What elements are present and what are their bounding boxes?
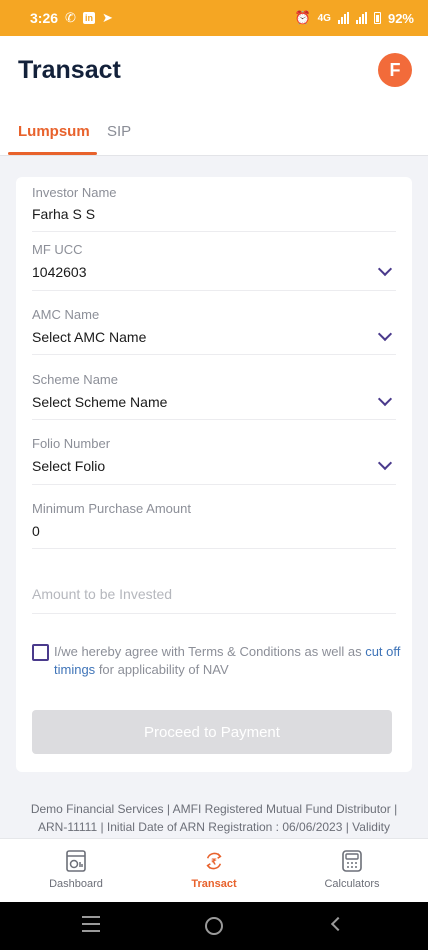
battery-level: 92% (387, 10, 414, 26)
terms-checkbox[interactable] (32, 644, 49, 661)
terms-text-part2: for applicability of NAV (98, 662, 229, 677)
nav-transact-label: Transact (191, 878, 237, 890)
chevron-down-icon[interactable] (377, 455, 393, 471)
status-bar: 3:26 ✆ in ➤ ⏰ 4G 92% (0, 0, 428, 36)
nav-calculators[interactable]: Calculators (281, 839, 423, 903)
amc-name-value: Select AMC Name (32, 329, 147, 345)
chevron-down-icon[interactable] (377, 391, 393, 407)
folio-number-value: Select Folio (32, 458, 106, 474)
rupee-transfer-icon: ₹ (206, 852, 222, 870)
status-time: 3:26 (30, 10, 59, 26)
battery-icon (373, 12, 381, 24)
scheme-name-select[interactable]: Scheme Name Select Scheme Name (32, 372, 396, 420)
terms-text-part1: I/we hereby agree with Terms & Condition… (54, 644, 362, 659)
mf-ucc-value: 1042603 (32, 264, 87, 280)
minimum-purchase-label: Minimum Purchase Amount (32, 501, 191, 516)
proceed-to-payment-button[interactable]: Proceed to Payment (32, 710, 392, 754)
alarm-icon: ⏰ (294, 10, 311, 25)
investor-name-field: Investor Name Farha S S (32, 185, 396, 232)
bottom-nav: Dashboard ₹ Transact Calculators (0, 838, 428, 902)
home-icon[interactable] (205, 917, 223, 935)
active-tab-indicator (8, 152, 97, 155)
header: Transact F (0, 36, 428, 106)
network-type: 4G (317, 12, 331, 24)
status-left: 3:26 ✆ in ➤ (30, 10, 113, 26)
phone-icon: ✆ (65, 10, 76, 25)
nav-dashboard-label: Dashboard (49, 878, 103, 890)
nav-transact[interactable]: ₹ Transact (143, 839, 285, 903)
amc-name-select[interactable]: AMC Name Select AMC Name (32, 307, 396, 355)
system-nav-bar (0, 902, 428, 950)
nav-dashboard[interactable]: Dashboard (5, 839, 147, 903)
transaction-form-card: Investor Name Farha S S MF UCC 1042603 A… (16, 177, 412, 772)
dashboard-icon (66, 850, 86, 872)
tab-sip[interactable]: SIP (107, 123, 131, 140)
scheme-name-value: Select Scheme Name (32, 394, 168, 410)
avatar[interactable]: F (378, 53, 412, 87)
scheme-name-label: Scheme Name (32, 372, 118, 387)
nav-calculators-label: Calculators (324, 878, 380, 890)
investor-name-value: Farha S S (32, 206, 96, 222)
investor-name-label: Investor Name (32, 185, 117, 200)
folio-number-select[interactable]: Folio Number Select Folio (32, 436, 396, 485)
telegram-icon: ➤ (101, 10, 113, 25)
amount-input[interactable] (32, 586, 396, 602)
signal-2-icon (355, 12, 367, 24)
minimum-purchase-field: Minimum Purchase Amount 0 (32, 501, 396, 549)
chevron-down-icon[interactable] (377, 261, 393, 277)
amc-name-label: AMC Name (32, 307, 100, 322)
mf-ucc-label: MF UCC (32, 242, 83, 257)
linkedin-icon: in (82, 12, 95, 24)
minimum-purchase-value: 0 (32, 523, 40, 539)
menu-icon[interactable] (82, 916, 100, 932)
folio-number-label: Folio Number (32, 436, 111, 451)
tab-lumpsum[interactable]: Lumpsum (18, 123, 90, 140)
signal-icon (337, 12, 349, 24)
tab-bar: Lumpsum SIP (0, 106, 428, 156)
back-icon[interactable] (330, 916, 346, 932)
terms-text: I/we hereby agree with Terms & Condition… (54, 643, 404, 679)
distributor-disclaimer: Demo Financial Services | AMFI Registere… (30, 802, 398, 834)
amount-field (32, 581, 396, 614)
mf-ucc-select[interactable]: MF UCC 1042603 (32, 242, 396, 291)
status-right: ⏰ 4G 92% (294, 10, 414, 26)
svg-text:₹: ₹ (211, 857, 217, 867)
chevron-down-icon[interactable] (377, 326, 393, 342)
page-title: Transact (18, 56, 121, 84)
calculator-icon (342, 850, 362, 872)
